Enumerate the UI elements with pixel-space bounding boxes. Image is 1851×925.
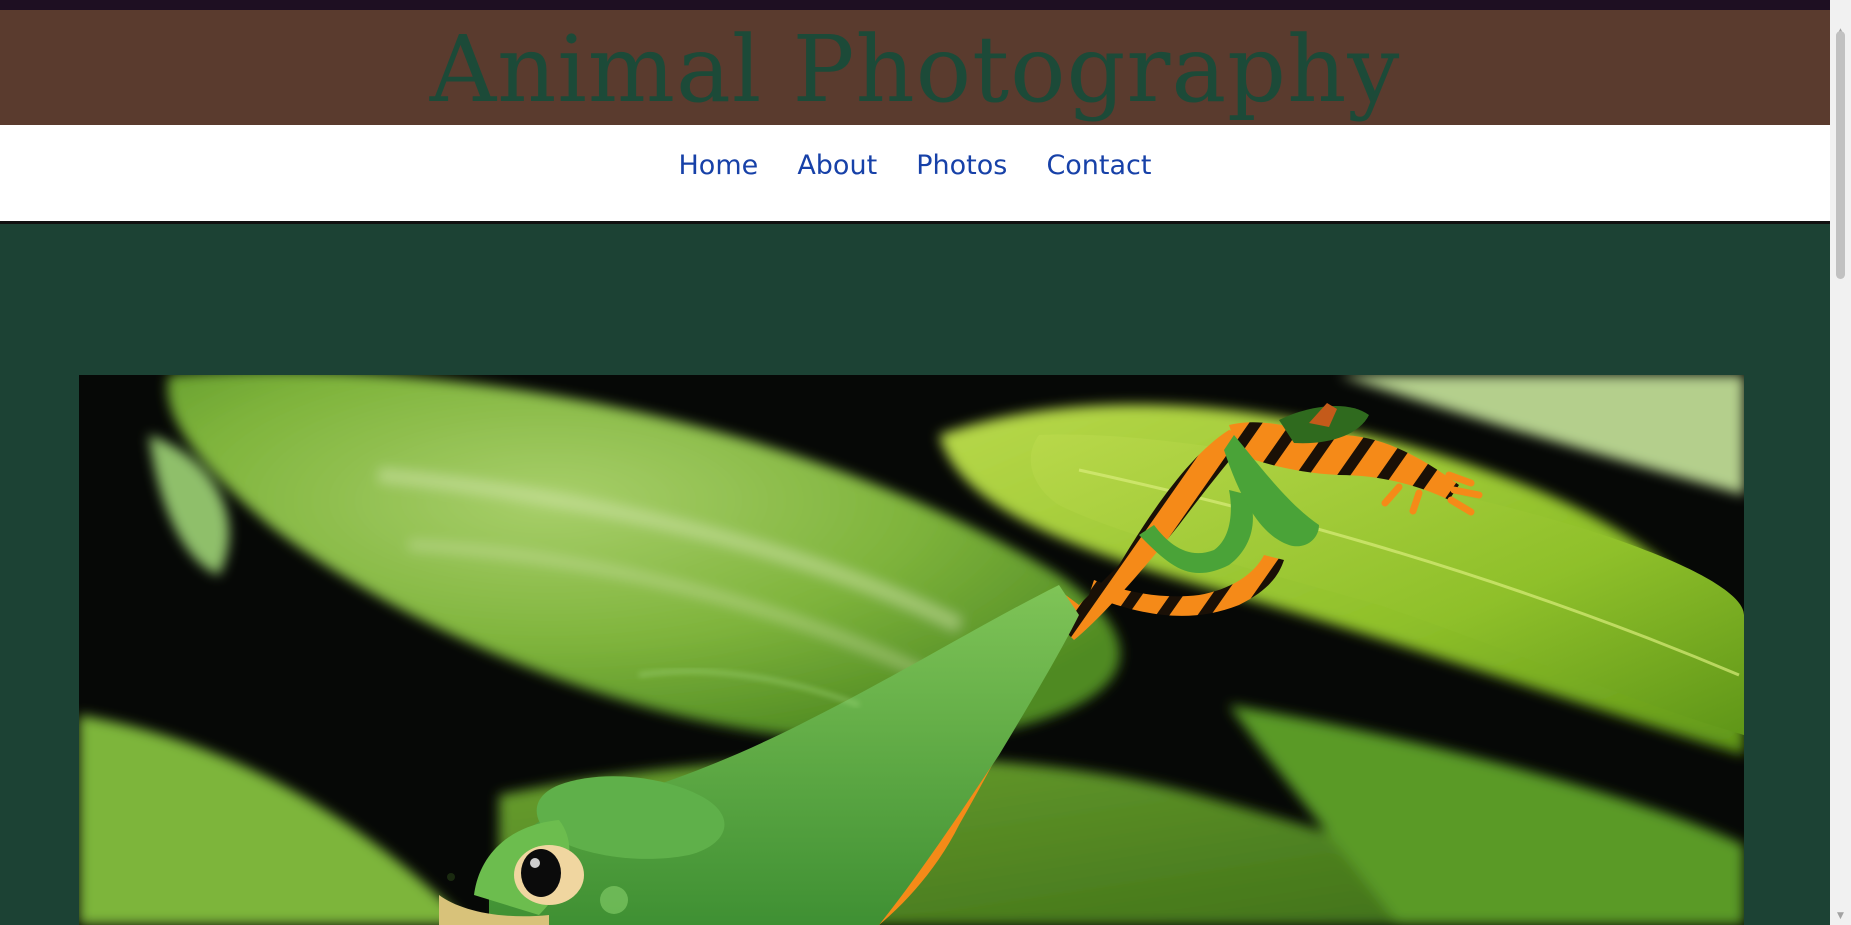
nav-links: Home About Photos Contact	[0, 150, 1830, 181]
scroll-thumb[interactable]	[1836, 31, 1845, 279]
nav-link-about[interactable]: About	[797, 150, 877, 181]
chevron-down-icon[interactable]: ▼	[1830, 908, 1851, 925]
site-title: Animal Photography	[429, 16, 1401, 123]
hero-photo	[79, 375, 1744, 925]
main-navigation: Home About Photos Contact	[0, 125, 1830, 224]
nav-link-contact[interactable]: Contact	[1046, 150, 1151, 181]
top-accent-bar	[0, 0, 1830, 10]
vertical-scrollbar[interactable]: ▲ ▼	[1830, 0, 1851, 925]
nav-link-home[interactable]: Home	[679, 150, 759, 181]
nav-link-photos[interactable]: Photos	[916, 150, 1007, 181]
